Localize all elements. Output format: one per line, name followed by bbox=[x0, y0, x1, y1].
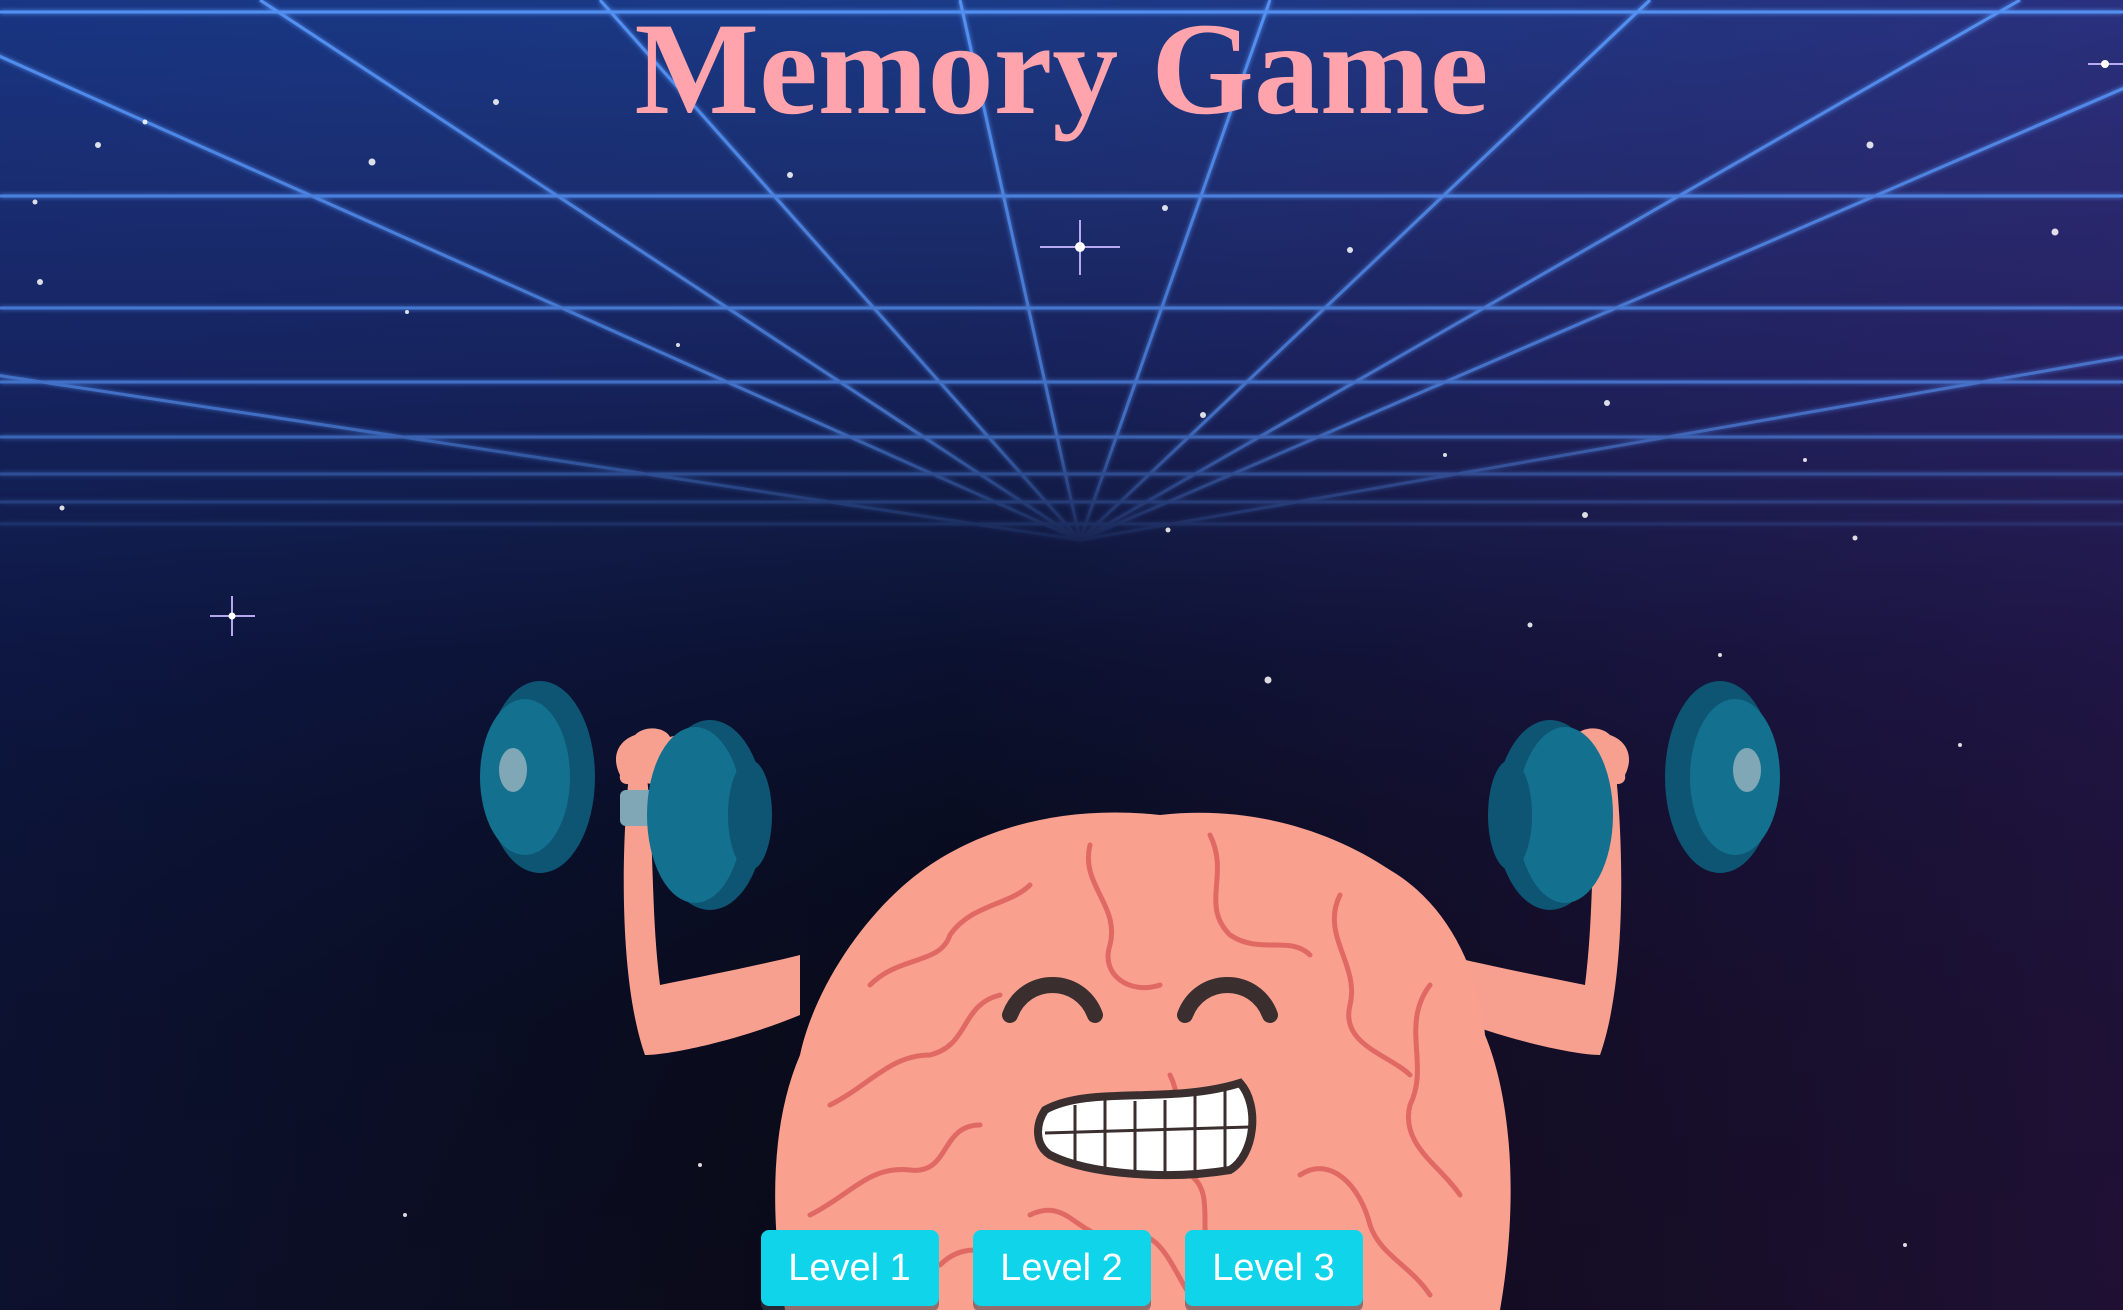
level-1-button[interactable]: Level 1 bbox=[760, 1230, 939, 1306]
brain-lifting-illustration bbox=[480, 681, 1780, 1310]
right-dumbbell-icon bbox=[1488, 681, 1780, 910]
page-title: Memory Game bbox=[634, 0, 1489, 142]
level-selector: Level 1 Level 2 Level 3 bbox=[0, 1230, 2123, 1306]
level-3-button[interactable]: Level 3 bbox=[1184, 1230, 1363, 1306]
level-2-button[interactable]: Level 2 bbox=[972, 1230, 1151, 1306]
grinning-mouth bbox=[1034, 1078, 1257, 1179]
game-screen: Memory Game Level 1 Level 2 Level 3 bbox=[0, 0, 2123, 1310]
